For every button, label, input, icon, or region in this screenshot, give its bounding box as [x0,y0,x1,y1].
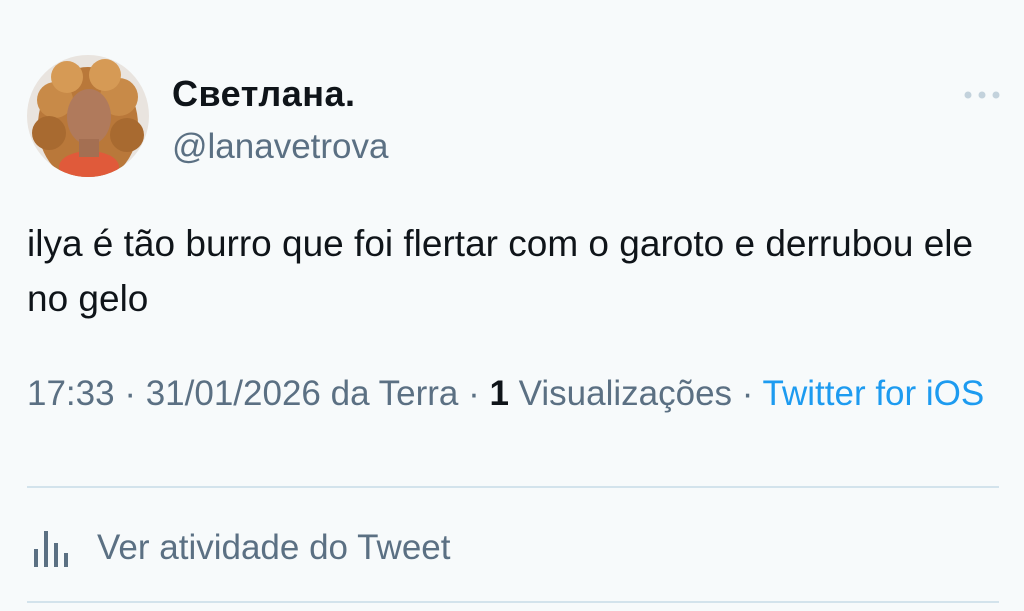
tweet-source-link[interactable]: Twitter for iOS [763,374,985,413]
divider [27,601,999,603]
view-tweet-activity-label: Ver atividade do Tweet [97,528,451,567]
meta-separator: · [458,374,490,413]
author-display-name[interactable]: Светлана. [172,73,356,115]
tweet-date[interactable]: 31/01/2026 da Terra [146,374,459,413]
views-count: 1 [489,374,509,413]
more-dots-icon[interactable] [962,86,1002,104]
view-tweet-activity-button[interactable]: Ver atividade do Tweet [27,518,451,578]
avatar-photo-icon [27,55,149,177]
tweet-card: Светлана. @lanavetrova ilya é tão burro … [0,0,1024,611]
meta-separator: · [114,374,146,413]
divider [27,486,999,488]
analytics-icon [34,531,68,567]
views-label: Visualizações [508,374,733,413]
tweet-meta: 17:33 · 31/01/2026 da Terra · 1 Visualiz… [27,372,987,416]
meta-separator: · [732,374,763,413]
author-handle[interactable]: @lanavetrova [172,127,388,167]
author-avatar[interactable] [27,55,149,177]
tweet-text: ilya é tão burro que foi flertar com o g… [27,223,974,319]
tweet-time[interactable]: 17:33 [27,374,115,413]
